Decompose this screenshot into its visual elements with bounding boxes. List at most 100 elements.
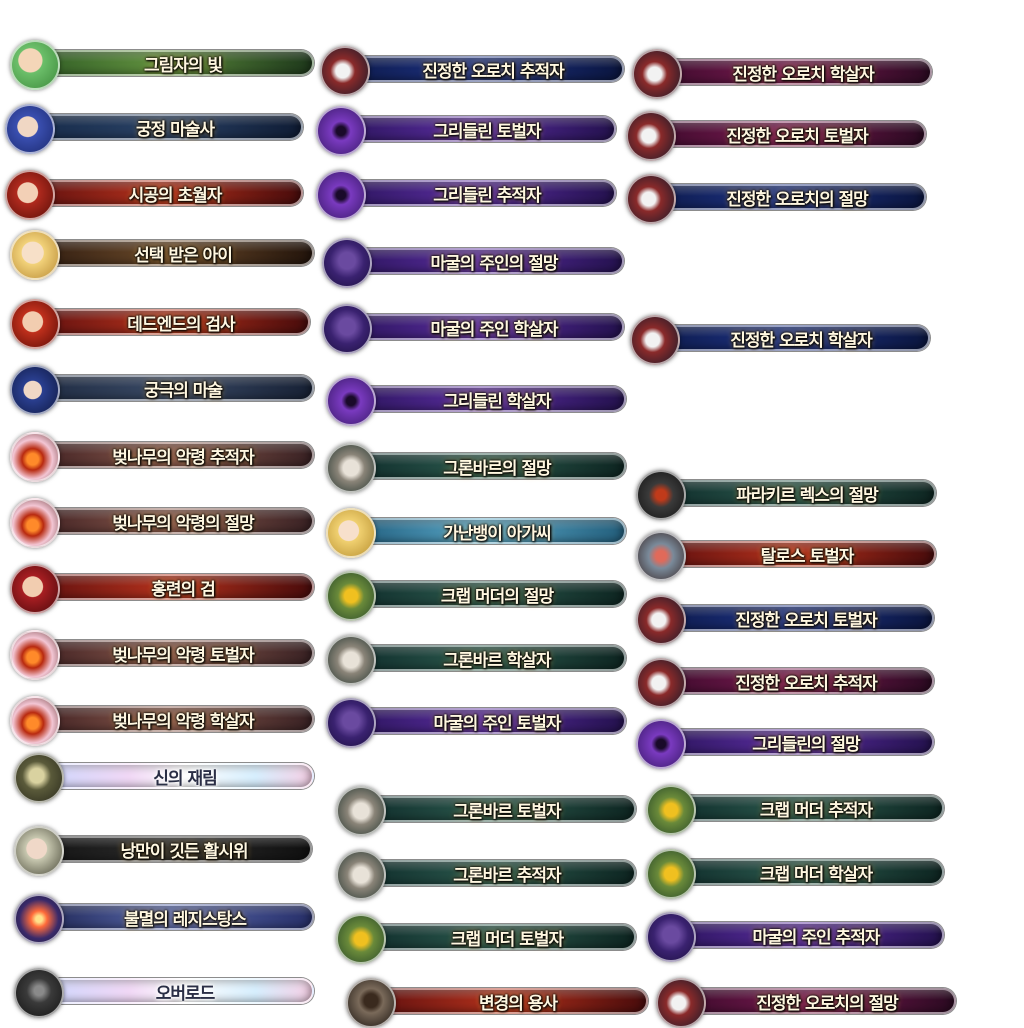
orochi-portrait-icon (632, 49, 682, 99)
title-badge[interactable]: 크랩 머더 학살자 (646, 849, 944, 899)
title-badge[interactable]: 진정한 오로치의 절망 (656, 978, 956, 1028)
grimlin-portrait-icon (316, 106, 366, 156)
green-hair-girl-portrait-icon (10, 40, 60, 90)
emblem-warrior-portrait-icon (14, 753, 64, 803)
title-badge[interactable]: 진정한 오로치 토벌자 (636, 595, 934, 645)
title-badge[interactable]: 변경의 용사 (346, 978, 648, 1028)
title-badge[interactable]: 벚나무의 악령 학살자 (10, 696, 314, 746)
title-badge-label: 마굴의 주인 학살자 (430, 319, 559, 340)
title-badge[interactable]: 마굴의 주인 학살자 (322, 304, 624, 354)
grimlin-portrait-icon (326, 376, 376, 426)
title-badge[interactable]: 크랩 머더 토벌자 (336, 914, 636, 964)
title-badge-label: 그리들린의 절망 (752, 734, 860, 755)
crimson-swordswoman-portrait-icon (10, 564, 60, 614)
title-badge[interactable]: 홍련의 검 (10, 564, 314, 614)
title-badge[interactable]: 진정한 오로치 토벌자 (626, 111, 926, 161)
title-badge[interactable]: 파라키르 렉스의 절망 (636, 470, 936, 520)
title-badge-label: 마굴의 주인 토벌자 (433, 713, 562, 734)
title-badge[interactable]: 그론바르 학살자 (326, 635, 626, 685)
title-badge-label: 진정한 오로치 학살자 (730, 330, 873, 351)
orochi-portrait-icon (636, 658, 686, 708)
title-badge[interactable]: 진정한 오로치 추적자 (320, 46, 624, 96)
title-badge-label: 마굴의 주인 추적자 (752, 927, 881, 948)
title-badge-label: 궁정 마술사 (135, 119, 215, 140)
title-badge-label: 그론바르의 절망 (443, 458, 551, 479)
title-badge-label: 마굴의 주인의 절망 (430, 253, 559, 274)
crab-mother-portrait-icon (336, 914, 386, 964)
title-badge[interactable]: 크랩 머더의 절망 (326, 571, 626, 621)
title-badge-label: 오버로드 (155, 983, 216, 1004)
cave-lord-portrait-icon (646, 912, 696, 962)
title-badge[interactable]: 마굴의 주인의 절망 (322, 238, 624, 288)
title-badge-label: 그림자의 빛 (143, 55, 223, 76)
title-badge[interactable]: 궁정 마술사 (5, 104, 303, 154)
title-badge-label: 그리들린 추적자 (433, 185, 541, 206)
title-badge-label: 진정한 오로치의 절망 (756, 993, 899, 1014)
title-badge[interactable]: 마굴의 주인 토벌자 (326, 698, 626, 748)
title-badge[interactable]: 벚나무의 악령 토벌자 (10, 630, 314, 680)
title-badge-label: 불멸의 레지스탕스 (123, 909, 247, 930)
title-badge[interactable]: 불멸의 레지스탕스 (14, 894, 314, 944)
title-badge[interactable]: 그리들린 학살자 (326, 376, 626, 426)
title-badge-label: 탈로스 토벌자 (760, 546, 855, 567)
gronvar-portrait-icon (336, 850, 386, 900)
title-badge[interactable]: 벚나무의 악령 추적자 (10, 432, 314, 482)
title-badge[interactable]: 낭만이 깃든 활시위 (14, 826, 312, 876)
grimlin-portrait-icon (636, 719, 686, 769)
title-badge-label: 궁극의 마술 (143, 380, 223, 401)
title-badge[interactable]: 진정한 오로치 추적자 (636, 658, 934, 708)
title-badge-label: 크랩 머더 학살자 (759, 864, 873, 885)
cherry-tree-spirit-portrait-icon (10, 696, 60, 746)
orochi-portrait-icon (626, 174, 676, 224)
title-badge[interactable]: 그림자의 빛 (10, 40, 314, 90)
title-badge-label: 크랩 머더 토벌자 (450, 929, 564, 950)
title-badge[interactable]: 벚나무의 악령의 절망 (10, 498, 314, 548)
title-badge[interactable]: 진정한 오로치의 절망 (626, 174, 926, 224)
title-badge[interactable]: 오버로드 (14, 968, 314, 1018)
title-badge[interactable]: 그리들린 추적자 (316, 170, 616, 220)
title-badge-label: 벚나무의 악령의 절망 (112, 513, 255, 534)
title-badge[interactable]: 크랩 머더 추적자 (646, 785, 944, 835)
title-badge-label: 시공의 초월자 (128, 185, 223, 206)
orochi-portrait-icon (656, 978, 706, 1028)
cherry-tree-spirit-portrait-icon (10, 630, 60, 680)
title-badge[interactable]: 그론바르 추적자 (336, 850, 636, 900)
title-badge-label: 낭만이 깃든 활시위 (120, 841, 249, 862)
title-badge[interactable]: 진정한 오로치 학살자 (632, 49, 932, 99)
cave-lord-portrait-icon (322, 304, 372, 354)
title-badge[interactable]: 궁극의 마술 (10, 365, 314, 415)
fireworks-portrait-icon (14, 894, 64, 944)
cherry-tree-spirit-portrait-icon (10, 432, 60, 482)
title-badge[interactable]: 그론바르 토벌자 (336, 786, 636, 836)
title-badge[interactable]: 가난뱅이 아가씨 (326, 508, 626, 558)
title-badge-label: 파라키르 렉스의 절망 (736, 485, 879, 506)
orochi-portrait-icon (636, 595, 686, 645)
orochi-portrait-icon (626, 111, 676, 161)
title-badge[interactable]: 그리들린의 절망 (636, 719, 934, 769)
cherry-tree-spirit-portrait-icon (10, 498, 60, 548)
title-badge-label: 진정한 오로치 학살자 (732, 64, 875, 85)
title-badge[interactable]: 신의 재림 (14, 753, 314, 803)
title-badge-label: 그론바르 추적자 (453, 865, 561, 886)
title-badge[interactable]: 마굴의 주인 추적자 (646, 912, 944, 962)
crab-mother-portrait-icon (326, 571, 376, 621)
title-badge-label: 진정한 오로치의 절망 (726, 189, 869, 210)
title-badge-label: 그리들린 학살자 (443, 391, 551, 412)
title-badge[interactable]: 데드엔드의 검사 (10, 299, 310, 349)
title-badge-label: 크랩 머더의 절망 (440, 586, 554, 607)
title-badge[interactable]: 그리들린 토벌자 (316, 106, 616, 156)
cave-lord-portrait-icon (322, 238, 372, 288)
title-badge[interactable]: 그론바르의 절망 (326, 443, 626, 493)
blue-hair-mage-portrait-icon (5, 104, 55, 154)
title-badge[interactable]: 탈로스 토벌자 (636, 531, 936, 581)
title-badge[interactable]: 진정한 오로치 학살자 (630, 315, 930, 365)
title-badge-label: 벚나무의 악령 학살자 (112, 711, 255, 732)
title-badge[interactable]: 선택 받은 아이 (10, 230, 314, 280)
title-badge-label: 신의 재림 (153, 768, 217, 789)
title-badge-label: 가난뱅이 아가씨 (443, 523, 551, 544)
title-badge-label: 변경의 용사 (478, 993, 558, 1014)
title-badge[interactable]: 시공의 초월자 (5, 170, 303, 220)
crab-mother-portrait-icon (646, 785, 696, 835)
title-badge-label: 진정한 오로치 토벌자 (726, 126, 869, 147)
title-badge-board: { "badges": [ {"label":"그림자의 빛","theme":… (0, 0, 1024, 1028)
